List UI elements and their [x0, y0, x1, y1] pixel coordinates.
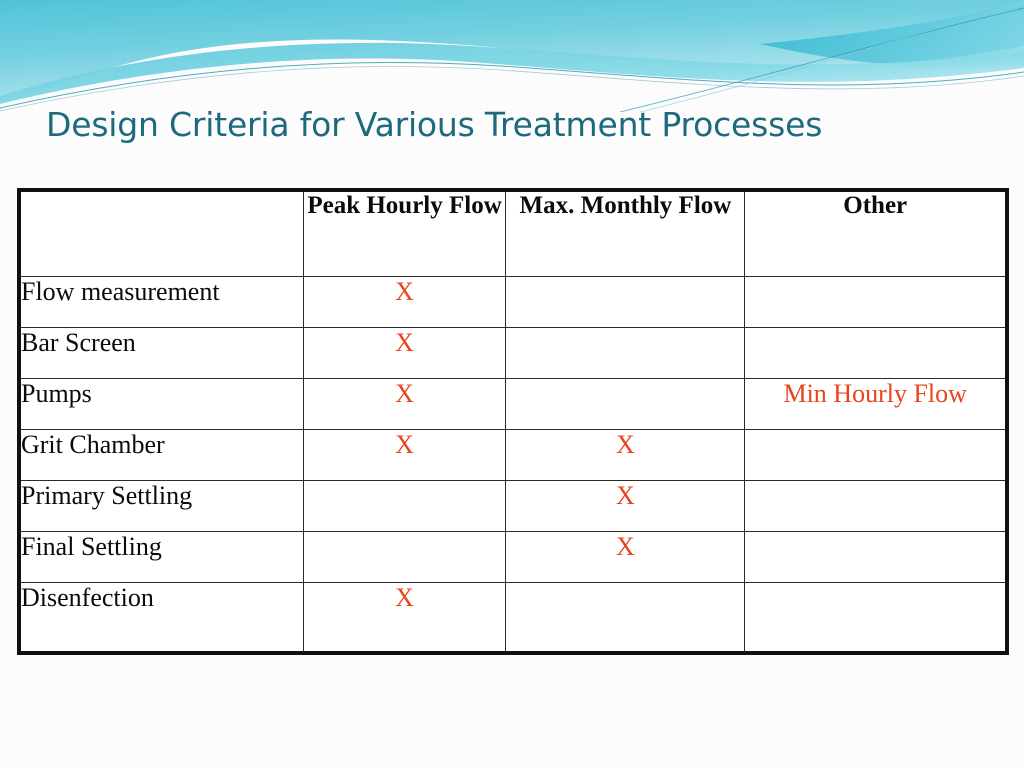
cell-final-settling-peak-hourly-flow — [302, 531, 507, 583]
table-row: Pumps X Min Hourly Flow — [18, 378, 1008, 430]
cell-flow-measurement-max-monthly-flow — [505, 276, 746, 328]
table-header-row: Peak Hourly Flow Max. Monthly Flow Other — [18, 189, 1008, 277]
table-row: Final Settling X — [18, 531, 1008, 583]
row-label-bar-screen: Bar Screen — [18, 327, 304, 379]
page-title: Design Criteria for Various Treatment Pr… — [46, 105, 823, 144]
row-label-disenfection: Disenfection — [18, 582, 304, 653]
cell-bar-screen-max-monthly-flow — [505, 327, 746, 379]
cell-pumps-peak-hourly-flow: X — [302, 378, 507, 430]
table-row: Primary Settling X — [18, 480, 1008, 532]
cell-grit-chamber-max-monthly-flow: X — [505, 429, 746, 481]
cell-grit-chamber-peak-hourly-flow: X — [302, 429, 507, 481]
row-label-grit-chamber: Grit Chamber — [18, 429, 304, 481]
row-label-final-settling: Final Settling — [18, 531, 304, 583]
cell-disenfection-max-monthly-flow — [505, 582, 746, 653]
table-row: Disenfection X — [18, 582, 1008, 653]
cell-final-settling-other — [744, 531, 1008, 583]
table-row: Bar Screen X — [18, 327, 1008, 379]
decorative-wave-banner — [0, 0, 1024, 112]
cell-flow-measurement-other — [744, 276, 1008, 328]
column-header-process — [18, 189, 304, 277]
design-criteria-table: Peak Hourly Flow Max. Monthly Flow Other… — [17, 188, 1009, 655]
table-row: Grit Chamber X X — [18, 429, 1008, 481]
cell-primary-settling-other — [744, 480, 1008, 532]
cell-primary-settling-max-monthly-flow: X — [505, 480, 746, 532]
cell-pumps-max-monthly-flow — [505, 378, 746, 430]
column-header-other: Other — [744, 189, 1008, 277]
cell-bar-screen-other — [744, 327, 1008, 379]
row-label-primary-settling: Primary Settling — [18, 480, 304, 532]
column-header-peak-hourly-flow: Peak Hourly Flow — [302, 189, 507, 277]
cell-pumps-other: Min Hourly Flow — [744, 378, 1008, 430]
row-label-pumps: Pumps — [18, 378, 304, 430]
table-row: Flow measurement X — [18, 276, 1008, 328]
cell-disenfection-other — [744, 582, 1008, 653]
cell-disenfection-peak-hourly-flow: X — [302, 582, 507, 653]
column-header-max-monthly-flow: Max. Monthly Flow — [505, 189, 746, 277]
cell-grit-chamber-other — [744, 429, 1008, 481]
row-label-flow-measurement: Flow measurement — [18, 276, 304, 328]
cell-flow-measurement-peak-hourly-flow: X — [302, 276, 507, 328]
cell-final-settling-max-monthly-flow: X — [505, 531, 746, 583]
cell-bar-screen-peak-hourly-flow: X — [302, 327, 507, 379]
cell-primary-settling-peak-hourly-flow — [302, 480, 507, 532]
